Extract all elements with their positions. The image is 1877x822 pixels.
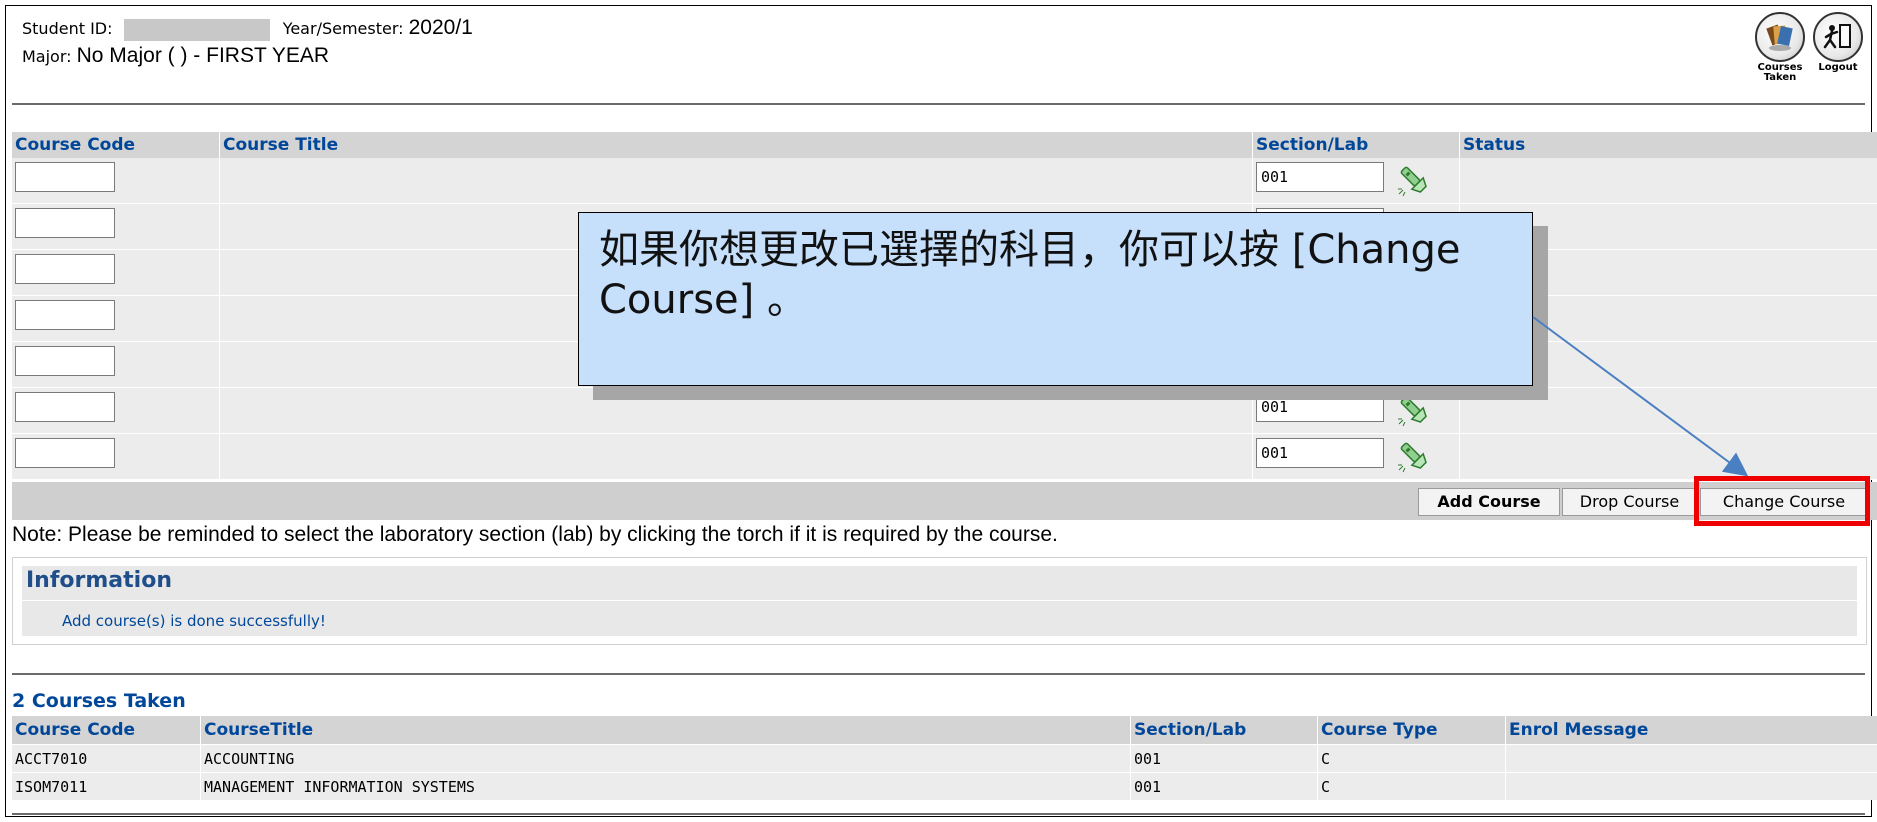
courses-taken-title: 2 Courses Taken bbox=[12, 690, 186, 712]
section-lab-cell: 001 bbox=[1252, 158, 1459, 204]
section-lab-cell: 001 bbox=[1252, 434, 1459, 480]
student-header: Student ID: Year/Semester: 2020/1 Major:… bbox=[22, 14, 473, 70]
student-id-redacted bbox=[123, 18, 270, 41]
action-bar: Add Course Drop Course Change Course bbox=[12, 482, 1877, 520]
information-message: Add course(s) is done successfully! bbox=[62, 612, 326, 630]
major-label: Major: bbox=[22, 47, 72, 66]
course-title-cell bbox=[219, 434, 1252, 480]
taken-col-section-lab: Section/Lab bbox=[1130, 716, 1317, 744]
course-code-input[interactable] bbox=[15, 162, 115, 192]
change-course-highlight bbox=[1694, 476, 1870, 526]
taken-cell-title: ACCOUNTING bbox=[200, 745, 1130, 773]
student-id-label: Student ID: bbox=[22, 19, 113, 38]
col-course-code: Course Code bbox=[15, 135, 136, 155]
footer-divider bbox=[12, 813, 1865, 815]
information-panel: Information Add course(s) is done succes… bbox=[12, 557, 1867, 645]
enrol-table-header: Course Code Course Title Section/Lab Sta… bbox=[12, 132, 1877, 158]
course-code-cell bbox=[12, 158, 219, 204]
section-input[interactable]: 001 bbox=[1256, 162, 1384, 192]
col-section-lab: Section/Lab bbox=[1252, 132, 1459, 158]
torch-icon[interactable] bbox=[1396, 438, 1432, 474]
year-semester-value: 2020/1 bbox=[408, 16, 473, 39]
drop-course-button[interactable]: Drop Course bbox=[1562, 488, 1697, 516]
taken-cell-title: MANAGEMENT INFORMATION SYSTEMS bbox=[200, 773, 1130, 801]
course-code-input[interactable] bbox=[15, 254, 115, 284]
logout-button[interactable]: Logout bbox=[1811, 12, 1865, 83]
table-row: 001 bbox=[12, 434, 1877, 480]
course-code-input[interactable] bbox=[15, 208, 115, 238]
header-divider bbox=[12, 103, 1865, 105]
taken-cell-message bbox=[1505, 773, 1877, 801]
courses-taken-caption: Courses Taken bbox=[1757, 62, 1803, 83]
course-code-input[interactable] bbox=[15, 346, 115, 376]
major-value: No Major ( ) - FIRST YEAR bbox=[76, 44, 330, 67]
logout-caption: Logout bbox=[1818, 62, 1858, 73]
information-divider bbox=[22, 600, 1857, 601]
section-divider bbox=[12, 673, 1865, 675]
header-icons: Courses Taken Logout bbox=[1753, 12, 1865, 83]
courses-taken-button[interactable]: Courses Taken bbox=[1753, 12, 1807, 83]
taken-col-enrol-message: Enrol Message bbox=[1505, 716, 1877, 744]
section-input[interactable]: 001 bbox=[1256, 438, 1384, 468]
status-cell bbox=[1459, 158, 1877, 204]
course-code-cell bbox=[12, 388, 219, 434]
taken-col-course-type: Course Type bbox=[1317, 716, 1505, 744]
course-code-cell bbox=[12, 434, 219, 480]
taken-cell-section: 001 bbox=[1130, 773, 1317, 801]
course-code-input[interactable] bbox=[15, 438, 115, 468]
add-course-button[interactable]: Add Course bbox=[1418, 488, 1560, 516]
torch-icon[interactable] bbox=[1396, 162, 1432, 198]
col-course-title: Course Title bbox=[219, 132, 1252, 158]
taken-cell-code: ACCT7010 bbox=[15, 750, 88, 768]
table-row: 001 bbox=[12, 158, 1877, 204]
taken-cell-code: ISOM7011 bbox=[15, 778, 88, 796]
col-status: Status bbox=[1459, 132, 1877, 158]
status-cell bbox=[1459, 434, 1877, 480]
courses-taken-icon bbox=[1755, 12, 1805, 62]
year-semester-label: Year/Semester: bbox=[282, 19, 404, 38]
courses-taken-header: Course Code CourseTitle Section/Lab Cour… bbox=[12, 716, 1877, 744]
taken-col-course-title: CourseTitle bbox=[200, 716, 1130, 744]
taken-cell-type: C bbox=[1317, 773, 1505, 801]
table-row: ISOM7011 MANAGEMENT INFORMATION SYSTEMS … bbox=[12, 772, 1877, 801]
course-code-input[interactable] bbox=[15, 300, 115, 330]
taken-col-course-code: Course Code bbox=[15, 720, 136, 740]
taken-cell-type: C bbox=[1317, 745, 1505, 773]
taken-cell-section: 001 bbox=[1130, 745, 1317, 773]
logout-icon bbox=[1813, 12, 1863, 62]
table-row: ACCT7010 ACCOUNTING 001 C bbox=[12, 744, 1877, 773]
course-code-cell bbox=[12, 296, 219, 342]
course-code-cell bbox=[12, 204, 219, 250]
information-title: Information bbox=[26, 568, 172, 593]
course-code-cell bbox=[12, 342, 219, 388]
course-code-cell bbox=[12, 250, 219, 296]
lab-note: Note: Please be reminded to select the l… bbox=[12, 523, 1058, 546]
taken-cell-message bbox=[1505, 745, 1877, 773]
course-code-input[interactable] bbox=[15, 392, 115, 422]
tutorial-callout: 如果你想更改已選擇的科目，你可以按 [Change Course] 。 bbox=[578, 212, 1533, 386]
course-title-cell bbox=[219, 158, 1252, 204]
